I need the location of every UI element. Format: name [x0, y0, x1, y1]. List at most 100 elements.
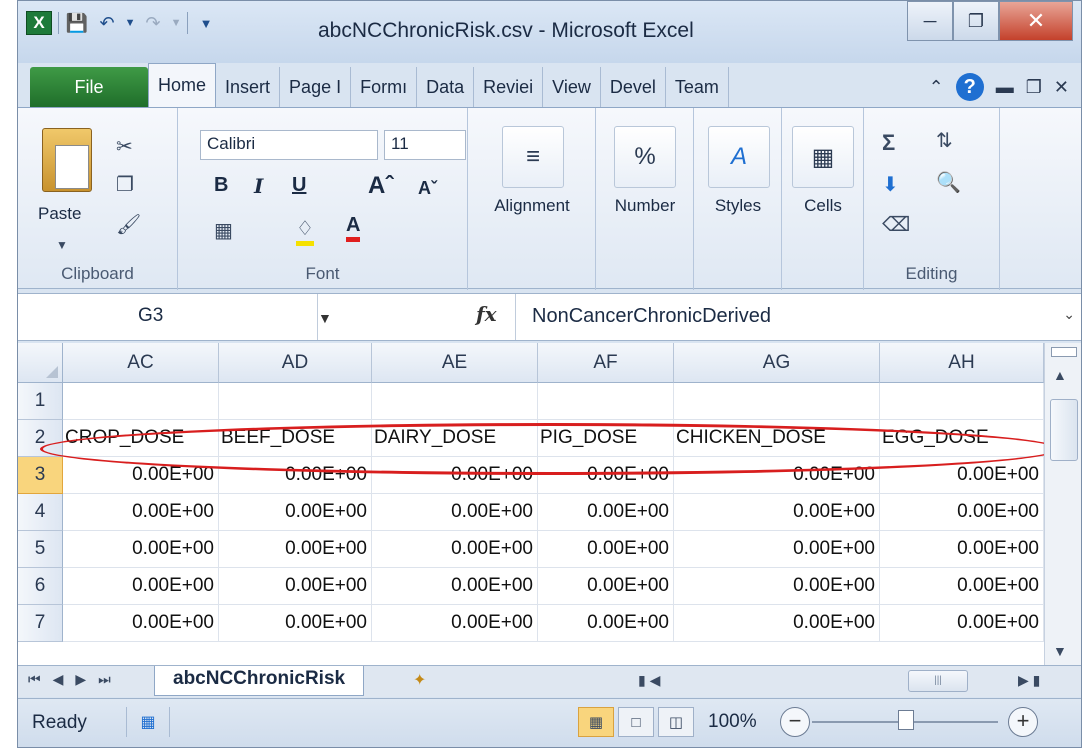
name-box[interactable]: G3	[18, 294, 318, 340]
tab-view[interactable]: View	[543, 67, 601, 107]
font-name-box[interactable]: Calibri	[200, 130, 378, 160]
data-cell[interactable]: 0.00E+00	[538, 531, 674, 568]
expand-formula-bar-icon[interactable]: ⌄	[1063, 306, 1075, 323]
minimize-ribbon-icon[interactable]: ⌃	[929, 77, 944, 98]
data-cell[interactable]: 0.00E+00	[372, 531, 538, 568]
header-cell[interactable]: EGG_DOSE	[880, 420, 1044, 457]
data-cell[interactable]: 0.00E+00	[880, 605, 1044, 642]
horizontal-split-icon[interactable]: ▮ ◀	[638, 672, 660, 689]
formula-input[interactable]: NonCancerChronicDerived	[515, 294, 1055, 340]
tab-file[interactable]: File	[30, 67, 148, 107]
tab-page-layout[interactable]: Page I	[280, 67, 352, 107]
next-sheet-icon[interactable]: ▶	[75, 671, 86, 688]
paste-icon[interactable]	[42, 128, 92, 192]
data-cell[interactable]: 0.00E+00	[674, 531, 880, 568]
row-header-6[interactable]: 6	[18, 568, 63, 605]
help-icon[interactable]: ?	[955, 73, 984, 101]
data-cell[interactable]: 0.00E+00	[538, 494, 674, 531]
grow-font-button[interactable]: Aˆ	[368, 172, 393, 200]
header-cell[interactable]: DAIRY_DOSE	[372, 420, 538, 457]
borders-icon[interactable]: ▦	[214, 218, 233, 243]
copy-icon[interactable]: ❐	[116, 172, 134, 197]
minimize-button[interactable]: ─	[907, 1, 953, 41]
header-cell[interactable]: CHICKEN_DOSE	[674, 420, 880, 457]
zoom-slider-thumb[interactable]	[898, 710, 914, 730]
page-layout-view-button[interactable]: □	[618, 707, 654, 737]
data-cell[interactable]: 0.00E+00	[538, 568, 674, 605]
last-sheet-icon[interactable]: ⏭	[98, 671, 111, 688]
column-header-ad[interactable]: AD	[219, 343, 372, 383]
data-cell[interactable]: 0.00E+00	[63, 605, 219, 642]
paste-dropdown-icon[interactable]: ▼	[56, 238, 68, 252]
cell[interactable]	[372, 383, 538, 420]
select-all-button[interactable]	[18, 343, 63, 383]
normal-view-button[interactable]: ▦	[578, 707, 614, 737]
data-cell[interactable]: 0.00E+00	[219, 494, 372, 531]
fill-icon[interactable]: ⬇	[882, 172, 899, 197]
tab-team[interactable]: Team	[666, 67, 729, 107]
column-header-af[interactable]: AF	[538, 343, 674, 383]
alignment-icon[interactable]: ≡	[502, 126, 564, 188]
data-cell[interactable]: 0.00E+00	[219, 531, 372, 568]
split-box[interactable]	[1051, 347, 1077, 357]
fill-color-icon[interactable]: ♢	[296, 216, 314, 246]
tab-home[interactable]: Home	[148, 63, 217, 107]
prev-sheet-icon[interactable]: ◀	[53, 671, 64, 688]
horizontal-scroll-thumb[interactable]: |||	[908, 670, 968, 692]
underline-button[interactable]: U	[292, 174, 306, 197]
row-header-5[interactable]: 5	[18, 531, 63, 568]
number-format-icon[interactable]: %	[614, 126, 676, 188]
header-cell[interactable]: PIG_DOSE	[538, 420, 674, 457]
row-header-3[interactable]: 3	[18, 457, 63, 494]
data-cell[interactable]: 0.00E+00	[880, 531, 1044, 568]
spreadsheet-grid[interactable]: AC AD AE AF AG AH 1 2 3 4 5 6 7 CROP_DOS…	[18, 343, 1044, 665]
redo-dropdown-icon[interactable]: ▼	[171, 11, 182, 35]
data-cell[interactable]: 0.00E+00	[674, 568, 880, 605]
restore-button[interactable]: ❐	[953, 1, 999, 41]
doc-restore-icon[interactable]: ❐	[1026, 77, 1042, 98]
tab-insert[interactable]: Insert	[216, 67, 281, 107]
shrink-font-button[interactable]: Aˇ	[418, 178, 437, 199]
bold-button[interactable]: B	[214, 174, 228, 197]
customize-qat-icon[interactable]: ▼	[194, 11, 218, 35]
row-header-2[interactable]: 2	[18, 420, 63, 457]
scroll-down-arrow-icon[interactable]: ▼	[1053, 643, 1067, 659]
sort-filter-icon[interactable]: ⇅	[936, 128, 953, 153]
sheet-tab-abcncchronicrisk[interactable]: abcNCChronicRisk	[154, 666, 365, 696]
column-header-ae[interactable]: AE	[372, 343, 538, 383]
page-break-view-button[interactable]: ◫	[658, 707, 694, 737]
cell[interactable]	[674, 383, 880, 420]
cell[interactable]	[880, 383, 1044, 420]
save-icon[interactable]: 💾	[65, 11, 89, 35]
tab-review[interactable]: Reviei	[474, 67, 544, 107]
scroll-right-arrow-icon[interactable]: ▶ ▮	[1018, 672, 1040, 689]
cut-icon[interactable]: ✂	[116, 134, 133, 159]
macro-record-icon[interactable]: ▦	[126, 707, 170, 737]
zoom-out-button[interactable]: −	[780, 707, 810, 737]
doc-minimize-icon[interactable]: ▬	[996, 77, 1014, 98]
doc-close-icon[interactable]: ✕	[1054, 77, 1069, 98]
data-cell[interactable]: 0.00E+00	[674, 494, 880, 531]
data-cell[interactable]: 0.00E+00	[372, 494, 538, 531]
find-select-icon[interactable]: 🔍	[936, 170, 961, 195]
undo-icon[interactable]: ↶	[95, 11, 119, 35]
tab-developer[interactable]: Devel	[601, 67, 666, 107]
data-cell[interactable]: 0.00E+00	[674, 457, 880, 494]
data-cell[interactable]: 0.00E+00	[538, 605, 674, 642]
data-cell[interactable]: 0.00E+00	[880, 494, 1044, 531]
data-cell[interactable]: 0.00E+00	[219, 568, 372, 605]
format-painter-icon[interactable]: 🖌	[116, 212, 141, 237]
data-cell[interactable]: 0.00E+00	[538, 457, 674, 494]
tab-formulas[interactable]: Formı	[351, 67, 418, 107]
autosum-icon[interactable]: Σ	[882, 130, 895, 156]
row-header-4[interactable]: 4	[18, 494, 63, 531]
data-cell[interactable]: 0.00E+00	[372, 605, 538, 642]
scroll-up-arrow-icon[interactable]: ▲	[1053, 367, 1067, 383]
header-cell[interactable]: BEEF_DOSE	[219, 420, 372, 457]
data-cell[interactable]: 0.00E+00	[63, 494, 219, 531]
row-header-7[interactable]: 7	[18, 605, 63, 642]
excel-icon[interactable]: X	[26, 11, 52, 35]
first-sheet-icon[interactable]: ⏮	[28, 671, 41, 688]
data-cell[interactable]: 0.00E+00	[219, 605, 372, 642]
header-cell[interactable]: CROP_DOSE	[63, 420, 219, 457]
